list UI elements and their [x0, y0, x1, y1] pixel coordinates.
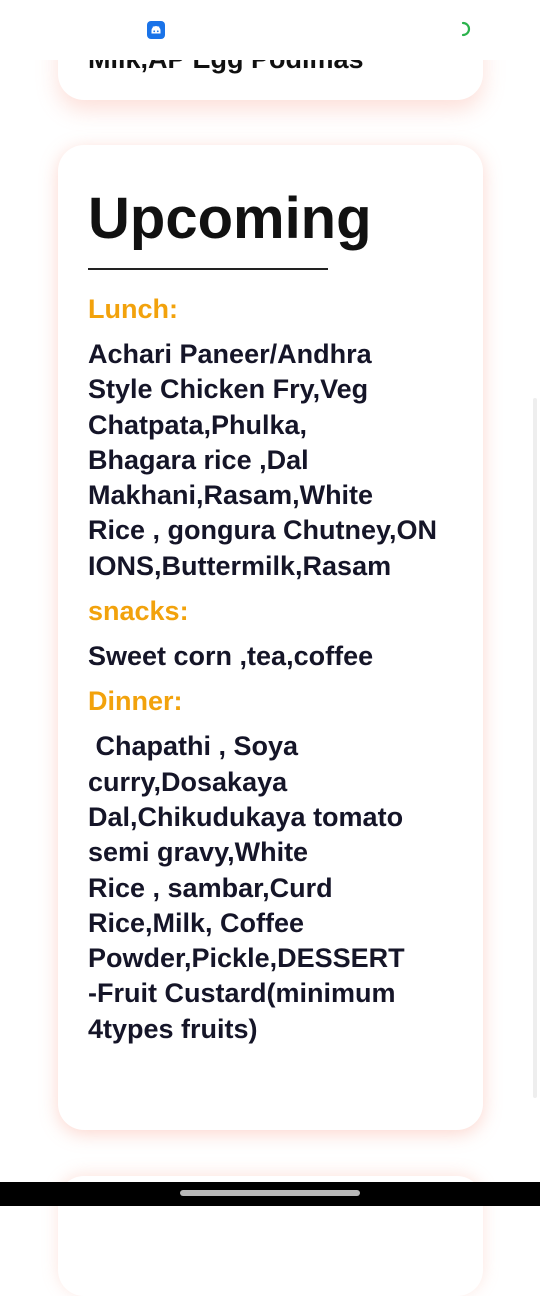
- upcoming-menu-card: Upcoming Lunch: Achari Paneer/Andhra Sty…: [58, 145, 483, 1130]
- meal-items-lunch: Achari Paneer/Andhra Style Chicken Fry,V…: [88, 339, 438, 581]
- home-indicator[interactable]: [180, 1190, 360, 1196]
- meal-items-snacks: Sweet corn ,tea,coffee: [88, 641, 374, 672]
- meal-items-dinner: Chapathi , Soya curry,Dosakaya Dal,Chiku…: [88, 731, 405, 1044]
- loading-spinner-icon: [455, 21, 471, 37]
- scrollbar[interactable]: [533, 398, 537, 1098]
- meal-label-snacks: snacks:: [88, 596, 189, 627]
- card-title: Upcoming: [88, 186, 372, 251]
- title-divider: [88, 268, 328, 270]
- meal-label-lunch: Lunch:: [88, 294, 178, 324]
- meal-label-dinner: Dinner:: [88, 686, 183, 717]
- navigation-bar: [0, 1182, 540, 1206]
- status-bar: [0, 0, 540, 60]
- app-notification-icon: [147, 21, 165, 39]
